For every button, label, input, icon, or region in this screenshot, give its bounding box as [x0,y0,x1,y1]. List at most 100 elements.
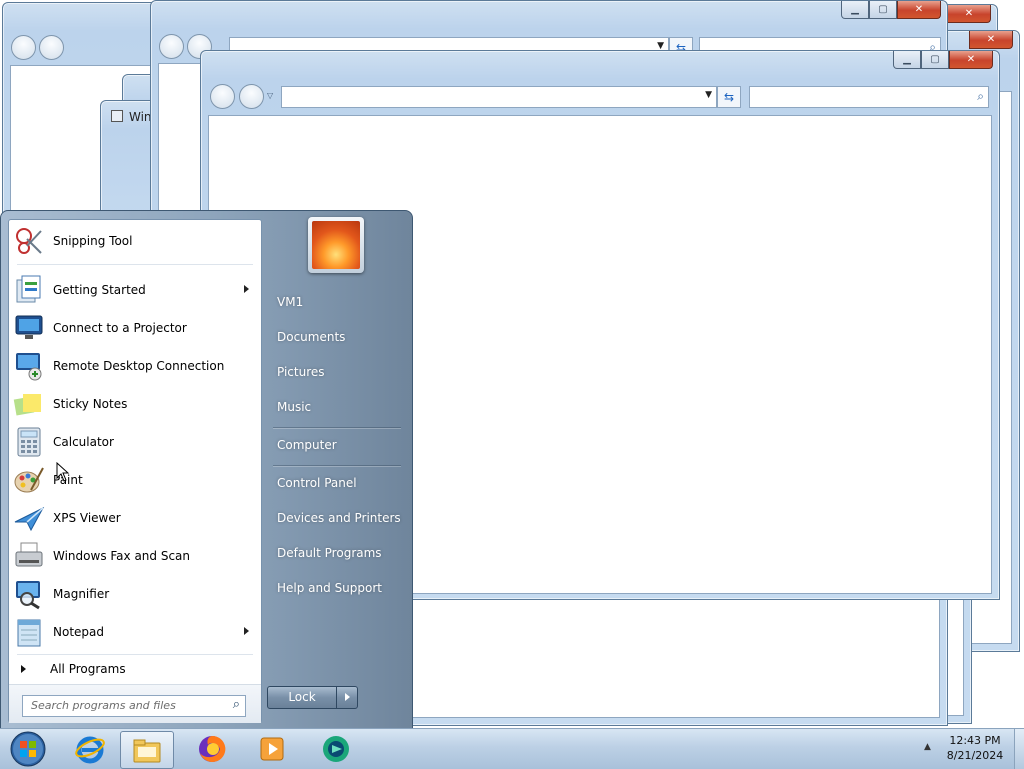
all-programs-button[interactable]: All Programs [13,658,257,682]
maximize-button[interactable]: ▢ [921,51,949,69]
refresh-button[interactable]: ⇆ [717,86,741,108]
mouse-cursor-icon [56,462,70,482]
start-button[interactable] [2,731,54,767]
divider [273,427,401,428]
close-icon: ✕ [986,34,996,45]
program-item[interactable]: XPS Viewer [13,500,257,536]
history-dropdown-icon[interactable]: ▽ [267,91,273,100]
maximize-icon: ▢ [878,4,888,15]
documents-link[interactable]: Documents [277,330,345,344]
minimize-button[interactable]: ▁ [841,1,869,19]
notepad-icon [13,616,45,648]
chevron-right-icon [345,693,350,701]
program-item[interactable]: Paint [13,462,257,498]
program-item[interactable]: Connect to a Projector [13,310,257,346]
all-programs-label: All Programs [50,662,126,676]
firefox-icon [199,735,226,762]
program-item[interactable]: Calculator [13,424,257,460]
clock-time: 12:43 PM [949,734,1001,747]
computer-link[interactable]: Computer [277,438,337,452]
refresh-icon: ⇆ [723,90,735,104]
pictures-link[interactable]: Pictures [277,365,325,379]
xps-viewer-icon [13,502,45,534]
calculator-icon [13,426,45,458]
magnifier-icon [13,578,45,610]
caption-buttons: ▁ ▢ ✕ [841,1,941,20]
back-button[interactable] [11,35,36,60]
lock-label: Lock [288,690,316,704]
maximize-icon: ▢ [930,54,940,65]
taskbar-media-player[interactable] [246,731,298,767]
close-button[interactable]: ✕ [949,51,993,69]
projector-icon [13,312,45,344]
program-item[interactable]: Remote Desktop Connection [13,348,257,384]
taskbar-internet-explorer[interactable] [64,731,116,767]
show-desktop-button[interactable] [1014,729,1024,769]
taskbar: ▲ 12:43 PM 8/21/2024 [0,728,1024,769]
minimize-icon: ▁ [851,4,859,15]
taskbar-firefox[interactable] [186,731,238,767]
close-icon: ✕ [914,4,924,15]
program-label: Snipping Tool [53,234,133,248]
search-panel: Search programs and files ⌕ [9,684,261,723]
user-folder-link[interactable]: VM1 [277,295,303,309]
program-item[interactable]: Sticky Notes [13,386,257,422]
lock-button[interactable]: Lock [267,686,337,709]
getting-started-icon [13,274,45,306]
program-label: XPS Viewer [53,511,121,525]
maximize-button[interactable]: ▢ [869,1,897,19]
program-label: Connect to a Projector [53,321,187,335]
close-icon: ✕ [966,54,976,65]
search-icon: ⌕ [977,89,984,103]
divider [273,465,401,466]
close-button[interactable]: ✕ [897,1,941,19]
fax-scan-icon [13,540,45,572]
media-player-icon [260,737,284,761]
program-item[interactable]: Magnifier [13,576,257,612]
internet-explorer-icon [75,736,105,764]
back-button[interactable] [210,84,235,109]
show-hidden-icons-button[interactable]: ▲ [924,742,931,752]
taskbar-windows-explorer[interactable] [120,731,174,769]
clock[interactable]: 12:43 PM 8/21/2024 [940,733,1010,763]
divider [17,264,253,265]
program-item[interactable]: Notepad [13,614,257,650]
help-support-link[interactable]: Help and Support [277,581,382,595]
search-placeholder: Search programs and files [31,699,176,712]
back-button[interactable] [159,34,184,59]
window-title: Win [129,110,152,124]
divider [17,654,253,655]
close-button[interactable]: ✕ [947,5,991,23]
program-label: Calculator [53,435,114,449]
control-panel-link[interactable]: Control Panel [277,476,357,490]
forward-button[interactable] [39,35,64,60]
caption-buttons: ▁ ▢ ✕ [893,51,993,70]
chevron-right-icon [21,665,26,673]
snipping-tool-icon [13,225,45,257]
program-label: Remote Desktop Connection [53,359,225,373]
submenu-arrow-icon [244,285,249,293]
sticky-notes-icon [13,388,45,420]
program-item[interactable]: Snipping Tool [13,223,257,259]
start-search-input[interactable]: Search programs and files ⌕ [22,695,246,717]
taskbar-app[interactable] [310,731,362,767]
chevron-down-icon[interactable]: ▼ [705,90,712,100]
user-picture[interactable] [308,217,364,273]
default-programs-link[interactable]: Default Programs [277,546,382,560]
devices-printers-link[interactable]: Devices and Printers [277,511,401,525]
close-button[interactable]: ✕ [969,31,1013,49]
clock-date: 8/21/2024 [946,749,1004,762]
program-label: Getting Started [53,283,146,297]
search-box[interactable]: ⌕ [749,86,989,108]
paint-icon [13,464,45,496]
remote-desktop-icon [13,350,45,382]
forward-button[interactable] [239,84,264,109]
program-item[interactable]: Windows Fax and Scan [13,538,257,574]
window-icon [111,110,123,122]
minimize-button[interactable]: ▁ [893,51,921,69]
address-bar[interactable]: ▼ [281,86,717,108]
music-link[interactable]: Music [277,400,311,414]
shutdown-options-button[interactable] [336,686,358,709]
program-item[interactable]: Getting Started [13,272,257,308]
submenu-arrow-icon [244,627,249,635]
